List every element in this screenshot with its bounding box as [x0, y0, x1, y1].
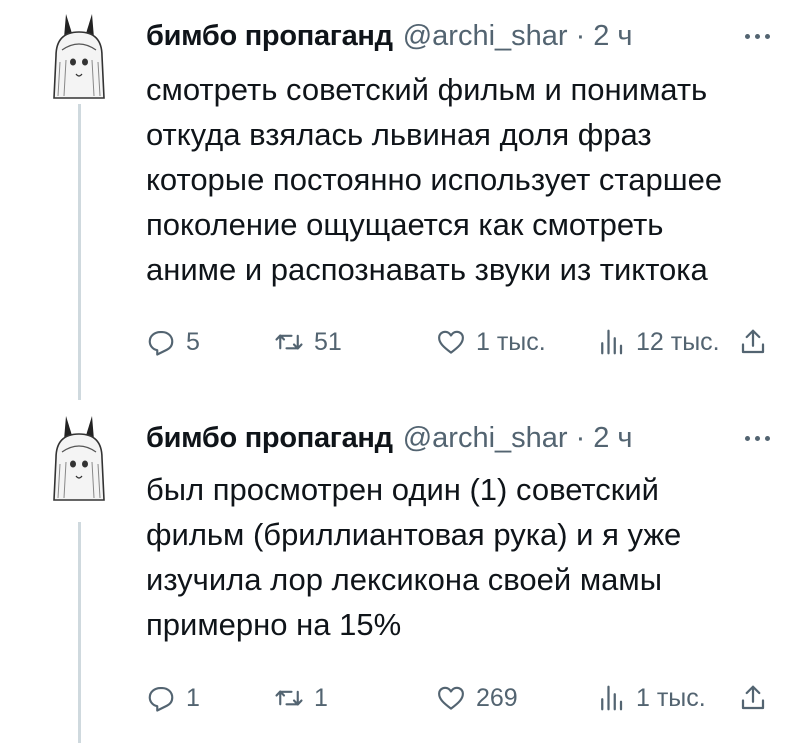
more-options-button[interactable]	[745, 16, 770, 56]
reply-icon	[148, 686, 174, 712]
author-handle[interactable]: @archi_shar	[403, 20, 568, 53]
tweet-header: бимбо пропаганд @archi_shar · 2 ч	[146, 16, 633, 56]
reply-icon	[148, 330, 174, 356]
author-handle[interactable]: @archi_shar	[403, 422, 568, 455]
more-icon	[745, 33, 750, 39]
tweet-actions: 1 1 269 1 тыс.	[146, 678, 776, 718]
reply-button[interactable]: 5	[146, 322, 200, 362]
author-name[interactable]: бимбо пропаганд	[146, 422, 393, 455]
share-icon	[741, 329, 765, 354]
like-button[interactable]: 269	[436, 678, 518, 718]
tweet-text: смотреть советский фильм и понимать отку…	[146, 67, 786, 292]
separator: ·	[575, 421, 586, 454]
tweet-text-line: был просмотрен один (1) советский	[146, 472, 659, 507]
more-options-button[interactable]	[745, 418, 770, 458]
tweet-header: бимбо пропаганд @archi_shar · 2 ч	[146, 418, 633, 458]
tweet-text-line: смотреть советский фильм и понимать	[146, 72, 708, 107]
retweet-icon	[275, 334, 303, 350]
tweet-actions: 5 51 1 тыс. 12 тыс.	[146, 322, 776, 362]
avatar-image	[53, 14, 105, 99]
share-button[interactable]	[738, 322, 768, 362]
reply-count: 1	[186, 683, 200, 712]
retweet-button[interactable]: 51	[274, 322, 342, 362]
views-count: 1 тыс.	[636, 683, 706, 712]
tweet-text-line: примерно на 15%	[146, 607, 402, 642]
tweet-text-line: аниме и распознавать звуки из тиктока	[146, 252, 708, 287]
share-icon	[741, 685, 765, 710]
tweet[interactable]: бимбо пропаганд @archi_shar · 2 ч смотре…	[0, 0, 800, 400]
views-icon	[601, 685, 623, 711]
author-name[interactable]: бимбо пропаганд	[146, 20, 393, 53]
tweet-text-line: изучила лор лексикона своей мамы	[146, 562, 662, 597]
separator: ·	[575, 19, 586, 52]
tweet-text-line: фильм (бриллиантовая рука) и я уже	[146, 517, 682, 552]
tweet-text-line: которые постоянно использует старшее	[146, 162, 723, 197]
like-count: 269	[476, 683, 518, 712]
avatar-image	[53, 416, 105, 501]
share-button[interactable]	[738, 678, 768, 718]
like-button[interactable]: 1 тыс.	[436, 322, 546, 362]
timestamp[interactable]: 2 ч	[593, 422, 632, 455]
views-count: 12 тыс.	[636, 327, 720, 356]
timestamp[interactable]: 2 ч	[593, 20, 632, 53]
tweet-text: был просмотрен один (1) советский фильм …	[146, 467, 786, 647]
more-icon	[745, 435, 750, 441]
views-button[interactable]: 1 тыс.	[596, 678, 706, 718]
reply-count: 5	[186, 327, 200, 356]
like-icon	[438, 686, 464, 710]
retweet-count: 1	[314, 683, 328, 712]
reply-button[interactable]: 1	[146, 678, 200, 718]
retweet-count: 51	[314, 327, 342, 356]
views-button[interactable]: 12 тыс.	[596, 322, 720, 362]
retweet-button[interactable]: 1	[274, 678, 328, 718]
views-icon	[601, 329, 623, 355]
like-count: 1 тыс.	[476, 327, 546, 356]
avatar[interactable]	[44, 10, 114, 100]
tweet-text-line: откуда взялась львиная доля фраз	[146, 117, 652, 152]
avatar[interactable]	[44, 412, 114, 502]
tweet-text-line: поколение ощущается как смотреть	[146, 207, 664, 242]
tweet[interactable]: бимбо пропаганд @archi_shar · 2 ч был пр…	[0, 400, 800, 743]
like-icon	[438, 330, 464, 354]
retweet-icon	[275, 690, 303, 706]
